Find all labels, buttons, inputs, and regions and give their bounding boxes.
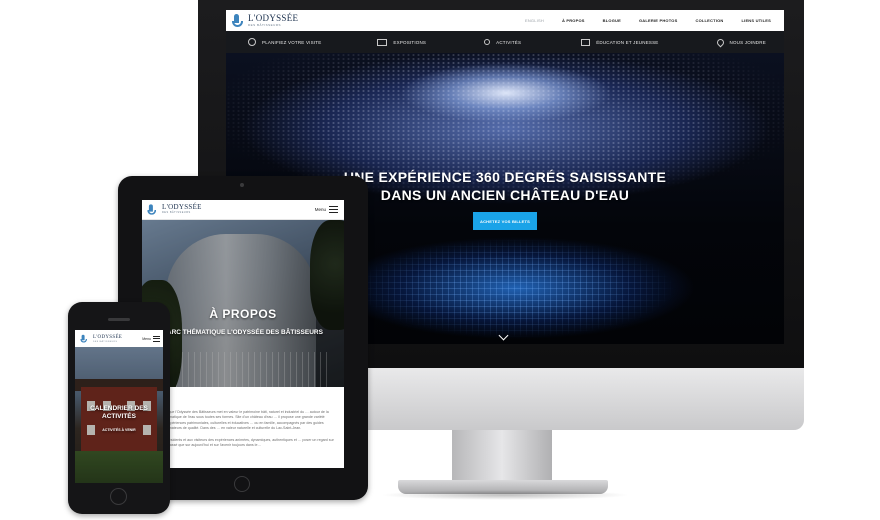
picture-icon xyxy=(377,38,388,46)
odyssee-logo-icon xyxy=(232,13,245,28)
menu-item-a-propos[interactable]: À PROPOS xyxy=(553,18,594,23)
menu-item-english[interactable]: ENGLISH xyxy=(516,18,553,23)
phone-hero-title: CALENDRIER DES ACTIVITÉS xyxy=(90,405,148,420)
menu-label[interactable]: Menu xyxy=(142,337,151,341)
tablet-body-text: …ique l'Odyssée des Bâtisseurs met en va… xyxy=(164,410,336,448)
nav-label: NOUS JOINDRE xyxy=(729,39,766,45)
device-mockup-scene: L'ODYSSÉE DES BÂTISSEURS ENGLISH À PROPO… xyxy=(0,0,880,520)
menu-item-collection[interactable]: COLLECTION xyxy=(686,18,732,23)
tablet-paragraph-1: …ique l'Odyssée des Bâtisseurs met en va… xyxy=(164,410,329,431)
menu-item-blogue[interactable]: BLOGUE xyxy=(594,18,630,23)
menu-label[interactable]: Menu xyxy=(315,207,326,212)
buy-tickets-button[interactable]: ACHETEZ VOS BILLETS xyxy=(473,212,537,230)
odyssee-logo-icon[interactable] xyxy=(147,203,157,215)
nav-item-nous-joindre[interactable]: NOUS JOINDRE xyxy=(715,37,766,47)
hamburger-menu-icon[interactable] xyxy=(153,335,160,342)
logo-title: L'ODYSSÉE xyxy=(162,203,202,212)
logo-tagline: DES BÂTISSEURS xyxy=(93,340,118,343)
ipad-home-button xyxy=(234,476,250,492)
ipad-camera xyxy=(240,183,244,187)
desktop-logo[interactable]: L'ODYSSÉE DES BÂTISSEURS xyxy=(232,13,312,28)
tablet-header: L'ODYSSÉE DES BÂTISSEURS Menu xyxy=(142,200,344,220)
desktop-top-bar: L'ODYSSÉE DES BÂTISSEURS ENGLISH À PROPO… xyxy=(226,10,784,31)
imac-stand-neck xyxy=(452,430,552,482)
nav-item-education[interactable]: ÉDUCATION ET JEUNESSE xyxy=(581,38,659,46)
desktop-top-menu: ENGLISH À PROPOS BLOGUE GALERIE PHOTOS C… xyxy=(516,18,780,23)
tablet-hero: À PROPOS PARC THÉMATIQUE L'ODYSSÉE DES B… xyxy=(142,220,344,387)
nav-item-activites[interactable]: ACTIVITÉS xyxy=(484,39,521,45)
nav-label: EXPOSITIONS xyxy=(393,39,427,45)
imac-shadow xyxy=(380,490,630,500)
nav-item-expositions[interactable]: EXPOSITIONS xyxy=(377,38,427,46)
tablet-paragraph-2: …résidents et aux visiteurs des expérien… xyxy=(164,437,334,448)
tablet-website: L'ODYSSÉE DES BÂTISSEURS Menu À PROPOS P… xyxy=(142,200,344,468)
logo-tagline: DES BÂTISSEURS xyxy=(162,211,191,215)
phone-website: L'ODYSSÉE DES BÂTISSEURS Menu CALENDRIER… xyxy=(75,330,163,483)
iphone-home-button xyxy=(110,488,127,505)
hero-floor-grid xyxy=(346,228,676,338)
logo-title: L'ODYSSÉE xyxy=(248,13,299,23)
logo-tagline: DES BÂTISSEURS xyxy=(248,23,282,27)
hamburger-menu-icon[interactable] xyxy=(329,206,338,213)
clock-icon xyxy=(248,38,256,46)
tablet-hero-subtitle: PARC THÉMATIQUE L'ODYSSÉE DES BÂTISSEURS xyxy=(163,329,323,336)
menu-item-galerie-photos[interactable]: GALERIE PHOTOS xyxy=(630,18,687,23)
nav-label: PLANIFIEZ VOTRE VISITE xyxy=(262,39,322,45)
book-icon xyxy=(581,38,591,46)
menu-item-liens-utiles[interactable]: LIENS UTILES xyxy=(732,18,780,23)
nav-item-planifiez[interactable]: PLANIFIEZ VOTRE VISITE xyxy=(248,38,321,46)
iphone-speaker xyxy=(108,318,130,321)
phone-header: L'ODYSSÉE DES BÂTISSEURS Menu xyxy=(75,330,163,347)
desktop-main-nav: PLANIFIEZ VOTRE VISITE EXPOSITIONS ACTIV… xyxy=(226,31,784,53)
map-pin-icon xyxy=(715,37,725,47)
nav-label: ÉDUCATION ET JEUNESSE xyxy=(596,39,659,45)
running-person-icon xyxy=(484,39,491,45)
logo-title: L'ODYSSÉE xyxy=(93,334,123,340)
phone-hero-subtitle[interactable]: ACTIVITÉS À VENIR xyxy=(75,428,163,432)
phone-hero: CALENDRIER DES ACTIVITÉS ACTIVITÉS À VEN… xyxy=(75,347,163,483)
nav-label: ACTIVITÉS xyxy=(496,39,522,45)
tablet-hero-title: À PROPOS xyxy=(209,307,277,321)
odyssee-logo-icon[interactable] xyxy=(80,334,87,343)
